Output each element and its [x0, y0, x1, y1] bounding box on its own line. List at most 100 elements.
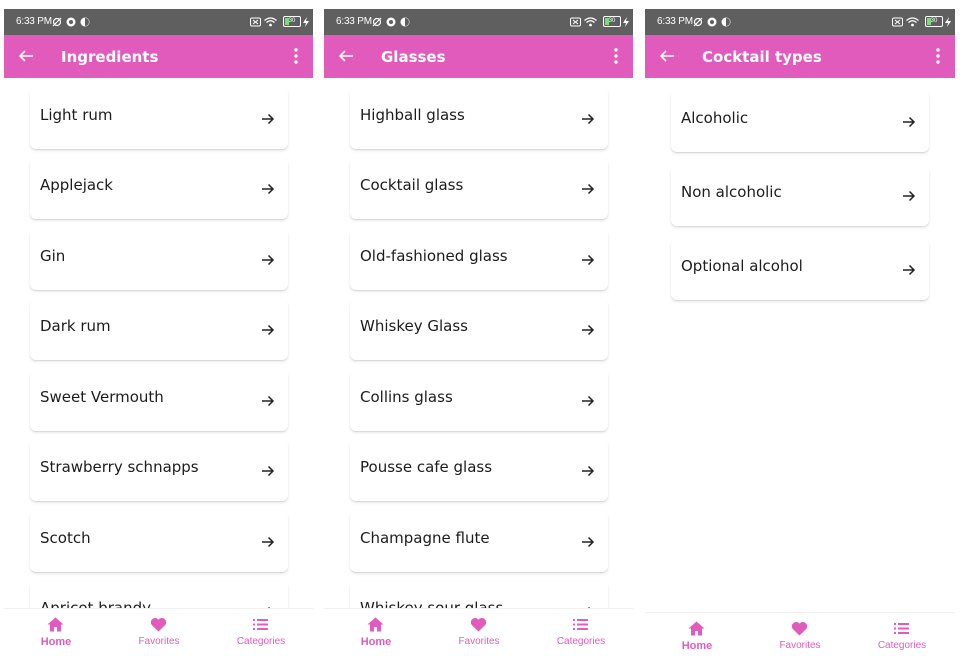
back-arrow-icon[interactable]: [338, 49, 354, 63]
nav-categories[interactable]: Categories: [536, 609, 626, 656]
list-item[interactable]: Pousse cafe glass: [350, 440, 608, 501]
screen-cocktail-types: 6:33 PM 30 Cocktail types Alcoholic Non …: [645, 9, 955, 656]
wifi-icon: [584, 17, 597, 27]
more-vert-icon[interactable]: [931, 47, 945, 65]
nav-categories[interactable]: Categories: [216, 609, 306, 656]
list-item-label: Whiskey sour glass: [360, 599, 504, 608]
app-notification-icon: [721, 17, 731, 27]
charging-icon: [945, 17, 951, 27]
arrow-right-icon: [262, 465, 275, 477]
nav-favorites[interactable]: Favorites: [434, 609, 524, 656]
list-icon: [573, 619, 588, 630]
bottom-nav: Home Favorites Categories: [324, 608, 633, 656]
nav-favorites-label: Favorites: [138, 636, 180, 647]
nav-favorites-label: Favorites: [458, 636, 500, 647]
list-item[interactable]: Highball glass: [350, 88, 608, 149]
list-item[interactable]: Strawberry schnapps: [30, 440, 288, 501]
nav-home[interactable]: Home: [331, 609, 421, 656]
list-item-label: Collins glass: [360, 388, 453, 406]
list-item[interactable]: Sweet Vermouth: [30, 370, 288, 431]
arrow-right-icon: [262, 254, 275, 266]
list-item[interactable]: Apricot brandy: [30, 581, 288, 608]
list-item[interactable]: Champagne flute: [350, 511, 608, 572]
nav-favorites[interactable]: Favorites: [114, 609, 204, 656]
arrow-right-icon: [262, 395, 275, 407]
status-time: 6:33 PM: [16, 16, 52, 27]
list-item[interactable]: Whiskey Glass: [350, 299, 608, 360]
cocktail-type-list: Alcoholic Non alcoholic Optional alcohol: [645, 78, 955, 608]
list-item-label: Whiskey Glass: [360, 317, 468, 335]
arrow-right-icon: [582, 465, 595, 477]
bottom-nav: Home Favorites Categories: [645, 612, 955, 656]
battery-text: 30: [608, 18, 616, 24]
arrow-right-icon: [262, 113, 275, 125]
heart-icon: [470, 617, 487, 632]
list-item-label: Highball glass: [360, 106, 465, 124]
more-vert-icon[interactable]: [289, 47, 303, 65]
list-item[interactable]: Gin: [30, 229, 288, 290]
app-bar: Cocktail types: [645, 35, 955, 78]
wifi-icon: [906, 17, 919, 27]
screen-glasses: 6:33 PM 30 Glasses Highball glass Cockta…: [324, 9, 633, 656]
wifi-icon: [264, 17, 277, 27]
list-item-label: Old-fashioned glass: [360, 247, 508, 265]
list-item[interactable]: Old-fashioned glass: [350, 229, 608, 290]
list-item[interactable]: Applejack: [30, 158, 288, 219]
screen-ingredients: 6:33 PM 30 Ingredients Light rum Appleja…: [4, 9, 313, 656]
back-arrow-icon[interactable]: [18, 49, 34, 63]
list-item[interactable]: Light rum: [30, 88, 288, 149]
nav-categories-label: Categories: [236, 636, 286, 647]
nav-home[interactable]: Home: [11, 609, 101, 656]
list-item[interactable]: Scotch: [30, 511, 288, 572]
arrow-right-icon: [582, 183, 595, 195]
list-item-label: Gin: [40, 247, 66, 265]
nav-favorites[interactable]: Favorites: [755, 613, 845, 656]
list-item[interactable]: Collins glass: [350, 370, 608, 431]
list-item-label: Light rum: [40, 106, 113, 124]
list-item-label: Applejack: [40, 176, 113, 194]
home-icon: [688, 621, 705, 636]
back-arrow-icon[interactable]: [659, 49, 675, 63]
battery-text: 30: [930, 18, 938, 24]
glass-list: Highball glass Cocktail glass Old-fashio…: [324, 78, 633, 608]
arrow-right-icon: [903, 190, 916, 202]
sim-off-icon: [570, 17, 581, 27]
ingredient-list: Light rum Applejack Gin Dark rum Sweet V…: [4, 78, 313, 608]
nav-categories-label: Categories: [877, 640, 927, 651]
arrow-right-icon: [582, 536, 595, 548]
list-item[interactable]: Optional alcohol: [671, 239, 929, 300]
nav-home[interactable]: Home: [652, 613, 742, 656]
nav-home-label: Home: [360, 636, 392, 648]
list-item-label: Dark rum: [40, 317, 111, 335]
app-notification-icon: [400, 17, 410, 27]
list-item-label: Sweet Vermouth: [40, 388, 164, 406]
arrow-right-icon: [262, 324, 275, 336]
page-title: Cocktail types: [702, 48, 822, 66]
list-icon: [894, 623, 909, 634]
arrow-right-icon: [262, 536, 275, 548]
list-item[interactable]: Non alcoholic: [671, 165, 929, 226]
list-item[interactable]: Dark rum: [30, 299, 288, 360]
nav-categories-label: Categories: [556, 636, 606, 647]
list-item-label: Scotch: [40, 529, 91, 547]
app-notification-icon: [66, 17, 76, 27]
battery-text: 30: [288, 18, 296, 24]
list-icon: [253, 619, 268, 630]
arrow-right-icon: [262, 183, 275, 195]
sync-off-icon: [372, 17, 382, 27]
list-item-label: Champagne flute: [360, 529, 490, 547]
nav-home-label: Home: [681, 640, 713, 652]
app-bar: Glasses: [324, 35, 633, 78]
more-vert-icon[interactable]: [609, 47, 623, 65]
list-item[interactable]: Cocktail glass: [350, 158, 608, 219]
list-item-label: Strawberry schnapps: [40, 458, 199, 476]
page-title: Ingredients: [61, 48, 159, 66]
sync-off-icon: [693, 17, 703, 27]
arrow-right-icon: [582, 395, 595, 407]
list-item[interactable]: Alcoholic: [671, 91, 929, 152]
status-bar: 6:33 PM 30: [4, 9, 313, 35]
list-item[interactable]: Whiskey sour glass: [350, 581, 608, 608]
app-notification-icon: [386, 17, 396, 27]
nav-categories[interactable]: Categories: [857, 613, 947, 656]
battery-icon: 30: [603, 16, 621, 27]
